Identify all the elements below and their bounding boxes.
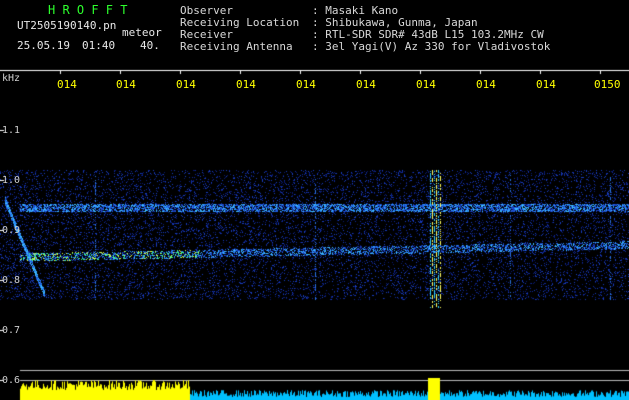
y-axis-unit: kHz xyxy=(2,73,21,84)
hrofft-window: H R O F F T UT2505190140.pn meteor 25.05… xyxy=(0,0,629,400)
x-tick-label: 014 xyxy=(296,78,316,91)
x-tick-label: 014 xyxy=(356,78,376,91)
x-tick-label: 014 xyxy=(236,78,256,91)
spectrogram-canvas xyxy=(0,0,629,400)
detection-type-label: meteor xyxy=(122,26,162,39)
x-tick-label: 014 xyxy=(476,78,496,91)
y-tick-label: 0.7 xyxy=(2,325,21,336)
app-title: H R O F F T xyxy=(48,3,128,17)
x-tick-label: 014 xyxy=(116,78,136,91)
x-tick-label: 014 xyxy=(176,78,196,91)
x-tick-label: 014 xyxy=(57,78,77,91)
y-tick-label: 0.9 xyxy=(2,225,21,236)
count-value: 40. xyxy=(140,39,160,52)
image-filename: UT2505190140.pn xyxy=(17,19,117,32)
observation-date: 25.05.19 xyxy=(17,39,70,52)
antenna-label: Receiving Antenna xyxy=(180,40,293,53)
x-tick-label: 014 xyxy=(536,78,556,91)
antenna-value: : 3el Yagi(V) Az 330 for Vladivostok xyxy=(312,40,551,53)
y-tick-label: 1.1 xyxy=(2,125,21,136)
x-tick-label: 0150 xyxy=(594,78,621,91)
x-tick-label: 014 xyxy=(416,78,436,91)
y-tick-label: 0.6 xyxy=(2,375,21,386)
y-tick-label: 0.8 xyxy=(2,275,21,286)
y-tick-label: 1.0 xyxy=(2,175,21,186)
observation-time: 01:40 xyxy=(82,39,116,52)
